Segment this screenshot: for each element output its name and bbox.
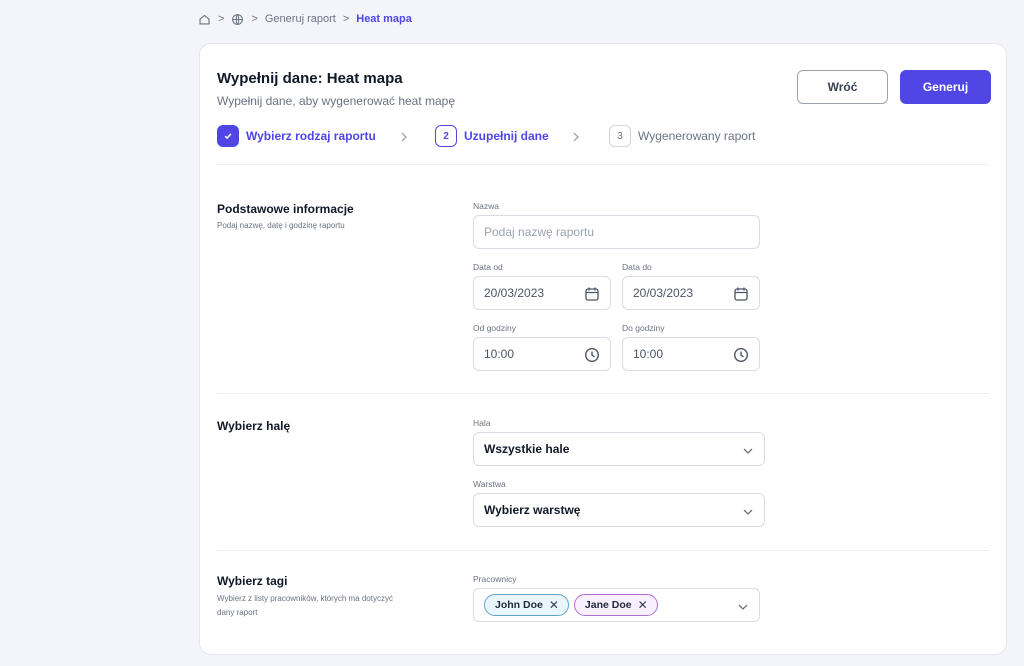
time-from-label: Od godziny [473, 323, 516, 333]
close-icon[interactable]: ✕ [638, 599, 648, 611]
calendar-icon[interactable] [733, 286, 749, 305]
workers-multiselect[interactable]: John Doe ✕ Jane Doe ✕ [473, 588, 760, 622]
check-icon [217, 125, 239, 147]
breadcrumb-generate-report[interactable]: Generuj raport [265, 13, 336, 25]
chevron-right-icon: > [251, 13, 258, 25]
tag-chip: Jane Doe ✕ [573, 594, 658, 616]
step-number: 2 [435, 125, 457, 147]
page-title: Wypełnij dane: Heat mapa [217, 70, 403, 87]
clock-icon[interactable] [733, 347, 749, 366]
section-title-tags: Wybierz tagi [217, 574, 288, 588]
date-from-value: 20/03/2023 [484, 286, 545, 300]
time-from-input[interactable]: 10:00 [473, 337, 611, 371]
form-card: Wypełnij dane: Heat mapa Wypełnij dane, … [199, 43, 1007, 655]
generate-button[interactable]: Generuj [900, 70, 991, 104]
step-label: Wygenerowany raport [638, 129, 756, 143]
clock-icon[interactable] [584, 347, 600, 366]
divider [217, 164, 989, 165]
section-desc-basic: Podaj nazwę, datę i godzinę raportu [217, 221, 345, 230]
section-desc-tags: Wybierz z listy pracowników, których ma … [217, 594, 393, 617]
layer-value: Wybierz warstwę [484, 503, 581, 517]
step-label: Uzupełnij dane [464, 129, 549, 143]
name-label: Nazwa [473, 201, 499, 211]
section-title-basic: Podstawowe informacje [217, 202, 354, 216]
chevron-right-icon [399, 130, 409, 148]
date-to-label: Data do [622, 262, 652, 272]
date-from-label: Data od [473, 262, 503, 272]
hall-label: Hala [473, 418, 491, 428]
date-to-value: 20/03/2023 [633, 286, 694, 300]
calendar-icon[interactable] [584, 286, 600, 305]
workers-label: Pracownicy [473, 574, 517, 584]
name-input[interactable]: Podaj nazwę raportu [473, 215, 760, 249]
close-icon[interactable]: ✕ [549, 599, 559, 611]
layer-label: Warstwa [473, 479, 506, 489]
step-number: 3 [609, 125, 631, 147]
date-to-input[interactable]: 20/03/2023 [622, 276, 760, 310]
hall-select[interactable]: Wszystkie hale [473, 432, 765, 466]
globe-icon[interactable] [231, 13, 244, 26]
time-to-label: Do godziny [622, 323, 665, 333]
date-from-input[interactable]: 20/03/2023 [473, 276, 611, 310]
step-label: Wybierz rodzaj raportu [246, 129, 376, 143]
chevron-right-icon [571, 130, 581, 148]
tag-chip: John Doe ✕ [484, 594, 569, 616]
time-from-value: 10:00 [484, 347, 515, 361]
chevron-down-icon[interactable] [737, 601, 749, 615]
divider [217, 550, 989, 551]
divider [217, 393, 989, 394]
name-placeholder: Podaj nazwę raportu [484, 225, 595, 239]
section-title-hall: Wybierz halę [217, 419, 291, 433]
home-icon[interactable] [198, 13, 211, 26]
page-subtitle: Wypełnij dane, aby wygenerować heat mapę [217, 94, 456, 108]
step-generated-report[interactable]: 3 Wygenerowany raport [609, 125, 755, 147]
step-fill-data[interactable]: 2 Uzupełnij dane [435, 125, 549, 147]
chevron-right-icon: > [218, 13, 225, 25]
chevron-right-icon: > [342, 13, 350, 25]
time-to-input[interactable]: 10:00 [622, 337, 760, 371]
chevron-down-icon [742, 506, 754, 520]
back-button[interactable]: Wróć [797, 70, 888, 104]
step-choose-type[interactable]: Wybierz rodzaj raportu [217, 125, 376, 147]
hall-value: Wszystkie hale [484, 442, 570, 456]
tag-label: Jane Doe [584, 599, 632, 611]
breadcrumb-current: Heat mapa [356, 13, 412, 25]
stepper: Wybierz rodzaj raportu 2 Uzupełnij dane … [217, 125, 987, 149]
chevron-down-icon [742, 445, 754, 459]
time-to-value: 10:00 [633, 347, 664, 361]
breadcrumb: > > Generuj raport > Heat mapa [198, 11, 412, 27]
tag-label: John Doe [495, 599, 543, 611]
layer-select[interactable]: Wybierz warstwę [473, 493, 765, 527]
